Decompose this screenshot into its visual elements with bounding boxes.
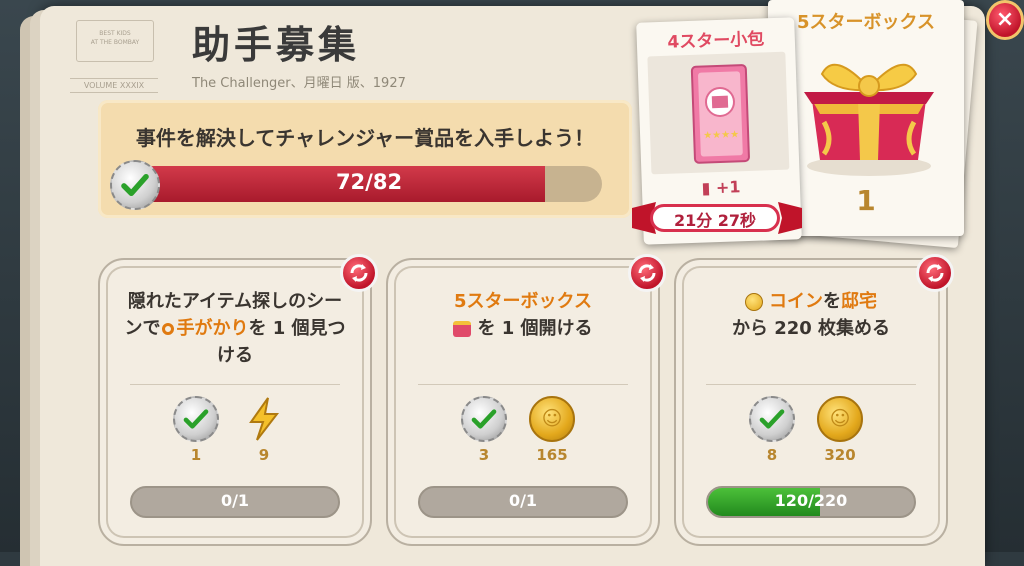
check-badge-icon [110, 160, 160, 210]
page-subtitle: The Challenger、月曜日 版、1927 [192, 76, 406, 91]
reward-item: 8 [742, 396, 802, 476]
divider [418, 384, 628, 385]
reward-item: 3 [454, 396, 514, 476]
task-description: コインを邸宅 から 220 枚集める [731, 291, 891, 339]
gift-box-icon [804, 63, 934, 176]
task-card-2: 5スターボックスを 1 個開ける 3 ☺ 165 0/1 [386, 254, 666, 546]
coin-mini-icon [745, 293, 763, 311]
task-description: 隠れたアイテム探しのシーンで 手がかりを 1 個見つける [124, 291, 346, 366]
coin-icon: ☺ [529, 396, 575, 442]
four-star-parcel-title: 4スター小包 [667, 29, 765, 53]
refresh-icon [350, 264, 368, 282]
check-badge-icon [173, 396, 219, 442]
task-card-3: コインを邸宅 から 220 枚集める 8 ☺ 320 120/220 [674, 254, 954, 546]
page-title: 助手募集 [192, 23, 361, 67]
task-progress-label: 0/1 [508, 491, 538, 510]
magnifier-icon [162, 323, 175, 335]
banner-text: 事件を解決してチャレンジャー賞品を入手しよう！ [135, 126, 595, 150]
task-progress-bar: 0/1 [418, 486, 628, 518]
stamp-bottom-text: VOLUME XXXIX [70, 78, 158, 93]
check-badge-icon [461, 396, 507, 442]
reward-value: 3 [478, 446, 490, 464]
parcel-mini-icon: ▮ [701, 178, 711, 198]
newspaper-stamp: BEST KIDS AT THE BOMBAY VOLUME XXXIX [70, 14, 158, 98]
parcel-timer: 21分 27秒 [650, 204, 780, 232]
reward-value: 165 [536, 446, 568, 464]
main-progress-bar: 72/82 [136, 166, 602, 202]
svg-text:★★★★: ★★★★ [703, 129, 739, 141]
reward-item: ☺ 320 [810, 396, 870, 476]
gift-box-mini-icon [453, 321, 472, 337]
task-progress-label: 120/220 [774, 491, 848, 510]
reward-value: 8 [766, 446, 778, 464]
parcel-icon: ★★★★ [690, 64, 750, 164]
reward-item: 9 [234, 396, 294, 476]
task-progress-bar: 0/1 [130, 486, 340, 518]
refresh-button[interactable] [628, 254, 666, 292]
task-progress-bar: 120/220 [706, 486, 916, 518]
reward-value: 9 [258, 446, 270, 464]
refresh-button[interactable] [340, 254, 378, 292]
divider [706, 384, 916, 385]
check-badge-icon [749, 396, 795, 442]
reward-value: 1 [190, 446, 202, 464]
reward-item: ☺ 165 [522, 396, 582, 476]
task-description: 5スターボックスを 1 個開ける [453, 291, 593, 339]
coin-icon: ☺ [817, 396, 863, 442]
refresh-icon [638, 264, 656, 282]
close-button[interactable]: × [986, 0, 1024, 40]
refresh-icon [926, 264, 944, 282]
main-progress-label: 72/82 [335, 170, 403, 194]
divider [130, 384, 340, 385]
five-star-box-title: 5スターボックス [797, 12, 935, 33]
four-star-parcel-plus: +1 [715, 177, 741, 198]
reward-item: 1 [166, 396, 226, 476]
task-card-1: 隠れたアイテム探しのシーンで 手がかりを 1 個見つける 1 9 0/1 [98, 254, 378, 546]
reward-value: 320 [824, 446, 856, 464]
stamp-top-text: BEST KIDS AT THE BOMBAY [90, 30, 140, 46]
task-progress-label: 0/1 [220, 491, 250, 510]
refresh-button[interactable] [916, 254, 954, 292]
lightning-icon [249, 397, 280, 441]
